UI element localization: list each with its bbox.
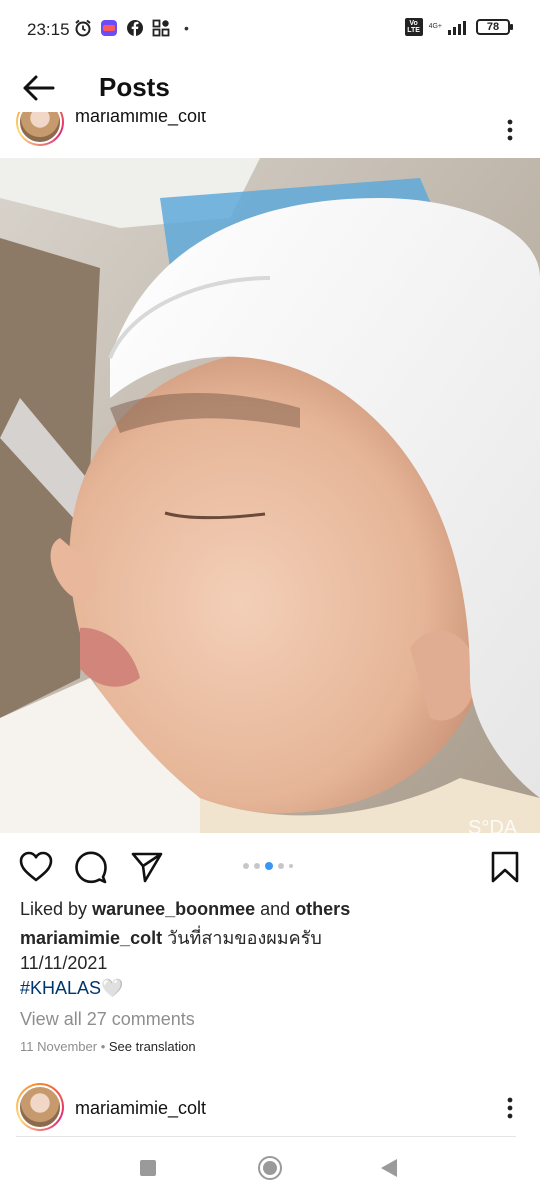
volte-badge: Vo LTE (404, 18, 423, 36)
post-meta: 11 November • See translation (20, 1039, 196, 1054)
carousel-dot (243, 863, 249, 869)
share-icon[interactable] (130, 850, 164, 884)
more-notifications-dot: • (184, 20, 189, 36)
view-all-comments-link[interactable]: View all 27 comments (20, 1009, 195, 1030)
status-bar: 23:15 • Vo LTE 4G+ 78 (0, 0, 540, 60)
carousel-dot-active (265, 862, 273, 870)
post-timestamp: 11 November (20, 1039, 98, 1054)
likes-connector: and (260, 899, 291, 919)
caption-date: 11/11/2021 (20, 953, 108, 973)
caption-hashtag[interactable]: #KHALAS (20, 978, 101, 998)
see-translation-link[interactable]: See translation (109, 1039, 196, 1054)
likes-summary[interactable]: Liked by warunee_boonmee and others (20, 899, 350, 920)
white-heart-emoji: 🤍 (101, 978, 124, 998)
page-title: Posts (99, 72, 170, 102)
post-username[interactable]: mariamimie_colt (75, 112, 206, 127)
app-notification-icon (101, 20, 117, 36)
status-time: 23:15 (27, 20, 70, 39)
liker-username[interactable]: warunee_boonmee (92, 899, 255, 919)
photo-watermark: S°DA (468, 817, 518, 833)
next-post-username[interactable]: mariamimie_colt (75, 1098, 206, 1119)
caption-text: วันที่สามของผมครับ (167, 928, 322, 948)
more-options-icon[interactable] (506, 1096, 514, 1120)
avatar[interactable] (16, 112, 64, 146)
top-navigation: Posts (0, 60, 540, 116)
recents-button[interactable] (140, 1160, 156, 1176)
likes-prefix: Liked by (20, 899, 88, 919)
divider (16, 1136, 516, 1137)
meta-separator: • (100, 1039, 106, 1054)
post-actions (0, 840, 540, 892)
carousel-dot (289, 864, 293, 868)
bookmark-icon[interactable] (488, 850, 522, 884)
battery-icon: 78 (476, 19, 513, 35)
post-caption: mariamimie_colt วันที่สามของผมครับ 11/11… (20, 926, 520, 1001)
next-post-header: mariamimie_colt (0, 1080, 540, 1136)
home-button[interactable] (258, 1156, 282, 1180)
caption-username[interactable]: mariamimie_colt (20, 928, 162, 948)
carousel-dot (278, 863, 284, 869)
comment-icon[interactable] (74, 850, 108, 884)
carousel-indicator (243, 862, 293, 870)
likes-others[interactable]: others (295, 899, 350, 919)
network-type: 4G+ (428, 23, 442, 30)
arrow-left-icon[interactable] (20, 72, 56, 104)
carousel-dot (254, 863, 260, 869)
signal-icon (448, 21, 466, 35)
avatar[interactable] (16, 1083, 64, 1131)
post-header: mariamimie_colt (0, 112, 540, 158)
facebook-icon (127, 20, 143, 36)
post-photo[interactable]: S°DA (0, 158, 540, 833)
alarm-icon (75, 19, 91, 37)
notification-icons: • (74, 19, 189, 37)
heart-icon[interactable] (19, 850, 53, 884)
system-navigation-bar (0, 1140, 540, 1200)
system-indicators: Vo LTE 4G+ 78 (404, 18, 513, 36)
more-options-icon[interactable] (506, 118, 514, 142)
grid-apps-icon (152, 19, 170, 37)
baby-photo-image: S°DA (0, 158, 540, 833)
back-button[interactable] (381, 1159, 397, 1177)
